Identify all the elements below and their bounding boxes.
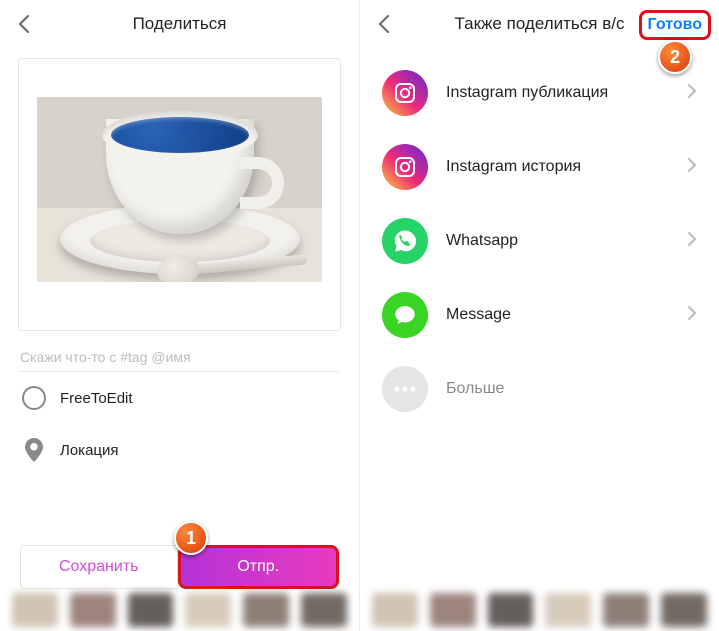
chevron-left-icon <box>17 14 31 34</box>
free-to-edit-label: FreeToEdit <box>60 390 133 407</box>
share-item-label: Instagram история <box>446 158 581 176</box>
share-item-label: Instagram публикация <box>446 84 608 102</box>
also-share-screen: Также поделиться в/с Готово Instagram пу… <box>360 0 719 631</box>
circle-unchecked-icon <box>22 386 46 410</box>
share-item-more[interactable]: Больше <box>360 352 719 426</box>
chevron-right-icon <box>687 231 697 252</box>
thumbnail-strip <box>360 589 719 631</box>
page-title: Поделиться <box>133 14 227 34</box>
header: Поделиться <box>0 0 359 48</box>
caption-input[interactable]: Скажи что-то с #tag @имя <box>20 349 339 365</box>
message-icon <box>382 292 428 338</box>
instagram-icon <box>382 144 428 190</box>
post-card <box>18 58 341 331</box>
header: Также поделиться в/с Готово <box>360 0 719 48</box>
share-item-label: Message <box>446 306 511 324</box>
thumbnail-strip <box>0 589 359 631</box>
share-item-message[interactable]: Message <box>360 278 719 352</box>
post-image[interactable] <box>37 97 322 282</box>
share-item-instagram-story[interactable]: Instagram история <box>360 130 719 204</box>
back-button[interactable] <box>10 10 38 38</box>
instagram-icon <box>382 70 428 116</box>
share-item-label: Больше <box>446 380 504 398</box>
step-badge-2: 2 <box>658 40 692 74</box>
share-item-whatsapp[interactable]: Whatsapp <box>360 204 719 278</box>
send-button[interactable]: Отпр. <box>178 545 340 589</box>
back-button[interactable] <box>370 10 398 38</box>
location-label: Локация <box>60 442 119 459</box>
page-title: Также поделиться в/с <box>455 14 625 34</box>
save-button[interactable]: Сохранить <box>20 545 178 589</box>
done-button[interactable]: Готово <box>639 10 711 40</box>
free-to-edit-row[interactable]: FreeToEdit <box>0 372 359 424</box>
location-row[interactable]: Локация <box>0 424 359 476</box>
chevron-right-icon <box>687 305 697 326</box>
share-list: Instagram публикация Instagram история <box>360 48 719 434</box>
chevron-right-icon <box>687 157 697 178</box>
chevron-left-icon <box>377 14 391 34</box>
location-pin-icon <box>22 438 46 462</box>
chevron-right-icon <box>687 83 697 104</box>
whatsapp-icon <box>382 218 428 264</box>
more-icon <box>382 366 428 412</box>
footer-buttons: Сохранить Отпр. <box>0 545 359 589</box>
step-badge-1: 1 <box>174 521 208 555</box>
share-item-label: Whatsapp <box>446 232 518 250</box>
